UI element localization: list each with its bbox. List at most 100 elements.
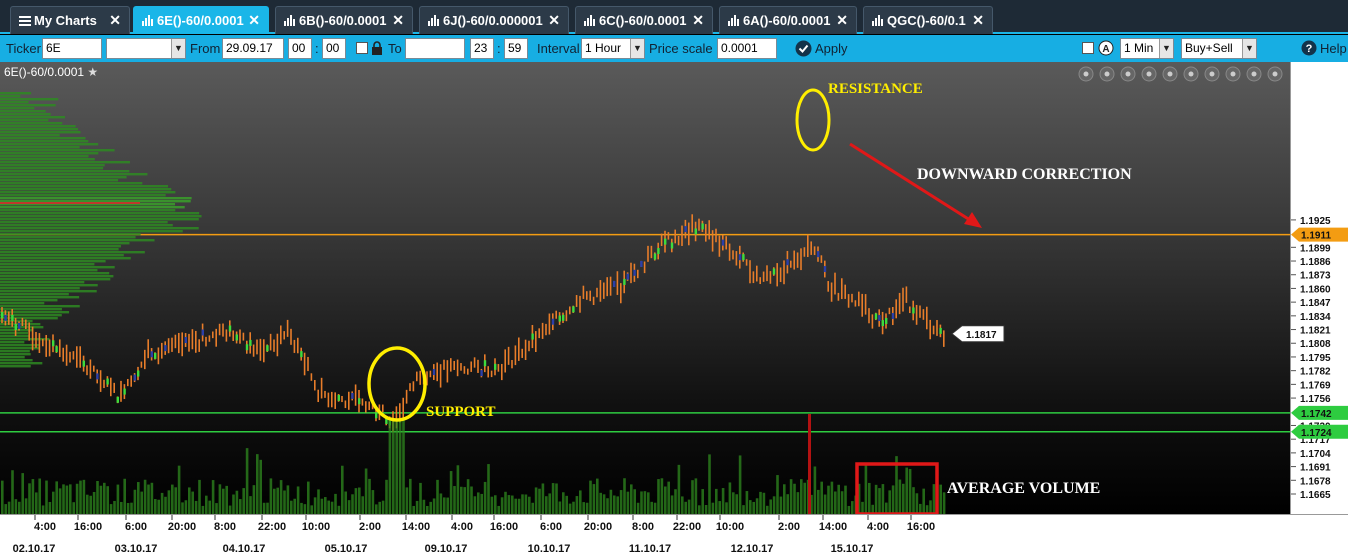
time-tick-label: 8:00 xyxy=(214,521,236,533)
star-icon[interactable]: ★ xyxy=(87,65,98,79)
time-tick-label: 16:00 xyxy=(907,521,935,533)
volume-bar xyxy=(729,482,732,514)
volume-bar xyxy=(324,497,327,514)
profile-bar xyxy=(0,341,24,343)
volume-bar xyxy=(419,483,422,514)
trade-mark xyxy=(52,340,54,346)
profile-bar xyxy=(0,281,84,283)
time-separator: : xyxy=(315,41,319,56)
ticker-select[interactable]: ▼ xyxy=(106,38,186,59)
apply-button[interactable]: Apply xyxy=(815,41,848,56)
trade-mark xyxy=(249,340,251,346)
volume-bar xyxy=(304,504,307,514)
zoom-out-icon[interactable] xyxy=(1121,67,1135,81)
profile-bar xyxy=(0,107,34,109)
date-tick-label: 15.10.17 xyxy=(831,543,874,555)
profile-bar xyxy=(0,104,56,106)
popout-icon[interactable] xyxy=(1226,67,1240,81)
interval-value: 1 Hour xyxy=(585,41,621,55)
volume-bar xyxy=(314,497,317,514)
date-tick-label: 12.10.17 xyxy=(731,543,774,555)
trade-mark xyxy=(882,320,884,326)
grid-icon[interactable] xyxy=(1142,67,1156,81)
price-scale-input[interactable]: 0.0001 xyxy=(717,38,777,59)
volume-bar xyxy=(654,503,657,514)
settings-icon[interactable] xyxy=(1205,67,1219,81)
ticker-input[interactable]: 6E xyxy=(42,38,102,59)
volume-bar xyxy=(637,503,640,514)
volume-bar xyxy=(443,497,446,514)
auto-checkbox[interactable] xyxy=(1082,42,1094,54)
profile-bar xyxy=(0,251,145,253)
close-icon[interactable] xyxy=(1247,67,1261,81)
help-icon[interactable]: ? xyxy=(1301,40,1317,56)
volume-bar xyxy=(290,501,293,514)
close-icon[interactable]: ✕ xyxy=(548,7,560,34)
check-circle-icon[interactable] xyxy=(795,40,812,57)
trade-mark xyxy=(4,315,6,321)
price-tick-label: 1.1834 xyxy=(1300,312,1331,323)
volume-bar xyxy=(8,502,11,514)
tab-qgc[interactable]: QGC()-60/0.1 ✕ xyxy=(863,6,993,34)
tab-6j[interactable]: 6J()-60/0.000001 ✕ xyxy=(419,6,569,34)
refresh-alt-icon[interactable] xyxy=(1184,67,1198,81)
to-hour-input[interactable]: 23 xyxy=(470,38,494,59)
auto-icon[interactable]: A xyxy=(1098,40,1114,56)
tab-6c[interactable]: 6C()-60/0.0001 ✕ xyxy=(575,6,713,34)
volume-bar xyxy=(440,493,443,514)
profile-bar xyxy=(0,209,175,211)
volume-bar xyxy=(256,454,259,514)
volume-bar xyxy=(134,490,137,514)
volume-bar xyxy=(416,501,419,514)
trade-mark xyxy=(786,259,788,265)
tab-label: 6J()-60/0.000001 xyxy=(443,13,543,28)
volume-bar xyxy=(878,488,881,514)
to-date-input[interactable] xyxy=(405,38,465,59)
lock-icon xyxy=(371,41,383,55)
profile-bar xyxy=(0,278,110,280)
volume-bar xyxy=(219,484,222,514)
volume-bar xyxy=(42,505,45,514)
price-tick-label: 1.1704 xyxy=(1300,449,1331,460)
collapse-icon[interactable] xyxy=(1268,67,1282,81)
zoom-fit-icon[interactable] xyxy=(1079,67,1093,81)
refresh-icon[interactable] xyxy=(1163,67,1177,81)
profile-bar xyxy=(0,185,168,187)
svg-text:?: ? xyxy=(1306,43,1313,55)
profile-bar xyxy=(0,272,109,274)
profile-bar xyxy=(0,308,62,310)
volume-bar xyxy=(321,499,324,514)
volume-bar xyxy=(310,505,313,514)
volume-bar xyxy=(912,487,915,514)
volume-bar xyxy=(650,502,653,514)
from-date-input[interactable]: 29.09.17 xyxy=(222,38,284,59)
volume-bar xyxy=(681,496,684,514)
lock-checkbox[interactable] xyxy=(356,42,368,54)
from-hour-input[interactable]: 00 xyxy=(288,38,312,59)
close-icon[interactable]: ✕ xyxy=(692,7,704,34)
close-icon[interactable]: ✕ xyxy=(248,7,260,34)
from-minute-input[interactable]: 00 xyxy=(322,38,346,59)
date-tick-label: 02.10.17 xyxy=(13,543,56,555)
tab-6b[interactable]: 6B()-60/0.0001 ✕ xyxy=(275,6,413,34)
to-minute-input[interactable]: 59 xyxy=(504,38,528,59)
volume-bar xyxy=(270,478,273,514)
volume-bar xyxy=(49,502,52,514)
close-icon[interactable]: ✕ xyxy=(836,7,848,34)
close-icon[interactable]: ✕ xyxy=(109,7,121,34)
profile-bar xyxy=(0,173,147,175)
timeframe-select[interactable]: 1 Min ▼ xyxy=(1120,38,1174,59)
help-button[interactable]: Help xyxy=(1320,41,1347,56)
volume-bar xyxy=(280,480,283,514)
tab-6a[interactable]: 6A()-60/0.0001 ✕ xyxy=(719,6,857,34)
interval-select[interactable]: 1 Hour ▼ xyxy=(581,38,645,59)
chart-area[interactable]: RESISTANCE SUPPORT DOWNWARD CORRECTION AVER… xyxy=(0,62,1290,514)
tab-my-charts[interactable]: My Charts ✕ xyxy=(10,6,130,34)
zoom-in-icon[interactable] xyxy=(1100,67,1114,81)
tab-6e[interactable]: 6E()-60/0.0001 ✕ xyxy=(133,6,269,34)
close-icon[interactable]: ✕ xyxy=(972,7,984,34)
side-select[interactable]: Buy+Sell ▼ xyxy=(1181,38,1257,59)
close-icon[interactable]: ✕ xyxy=(392,7,404,34)
time-tick-label: 6:00 xyxy=(125,521,147,533)
volume-bar xyxy=(627,492,630,514)
